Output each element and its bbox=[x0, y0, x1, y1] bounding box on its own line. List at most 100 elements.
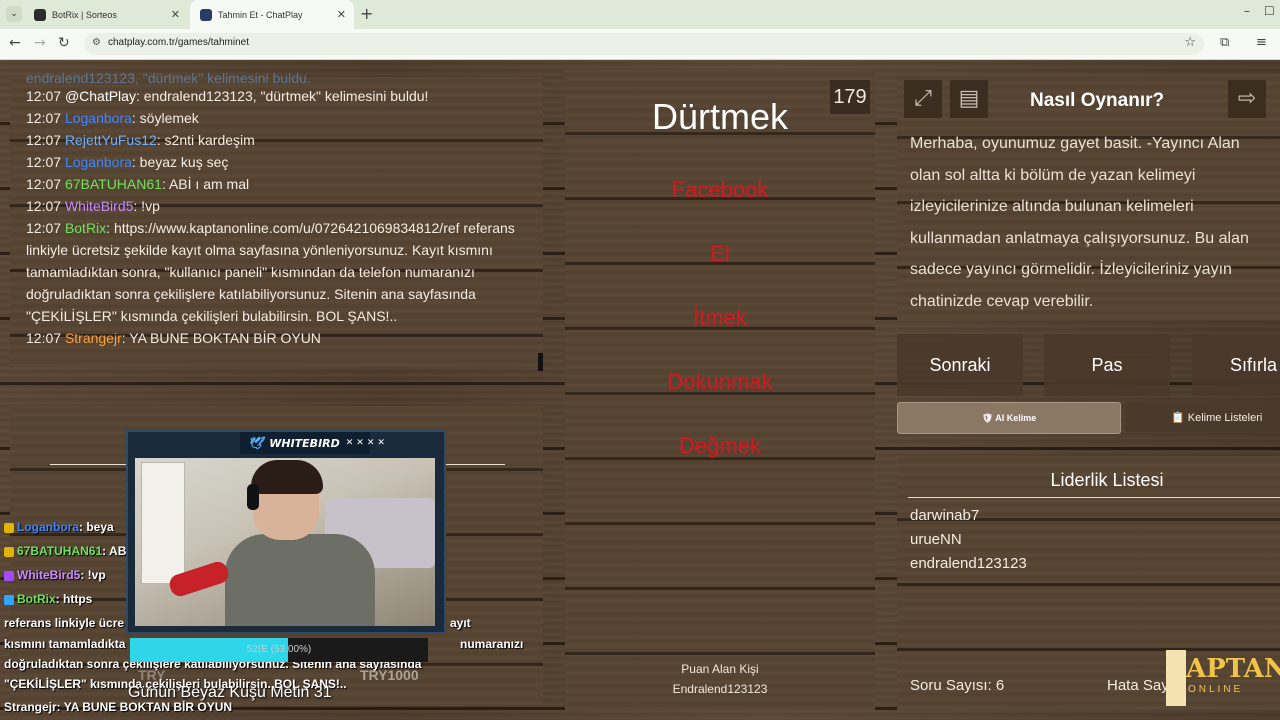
forward-icon[interactable]: → bbox=[34, 35, 46, 51]
person-body bbox=[225, 534, 375, 626]
browser-tab-bar: ⌄ BotRix | Sorteos ✕ Tahmin Et - ChatPla… bbox=[0, 0, 1280, 29]
decoration-icon: ✕✕✕✕ bbox=[345, 438, 388, 448]
chat-timestamp: 12:07 bbox=[26, 220, 62, 236]
reset-button[interactable]: Sıfırla bbox=[1192, 334, 1280, 396]
chat-username[interactable]: Strangejr bbox=[65, 330, 122, 346]
chat-timestamp: 12:07 bbox=[26, 132, 62, 148]
divider bbox=[908, 497, 1280, 498]
webcam-overlay: 🕊 WHITEBIRD ✕✕✕✕ bbox=[126, 430, 446, 634]
new-tab-icon[interactable]: + bbox=[360, 4, 373, 23]
chat-text: : söylemek bbox=[131, 110, 199, 126]
chat-message: 12:07 67BATUHAN61: ABİ ı am mal bbox=[26, 173, 526, 195]
chat-message: 12:07 Loganbora: söylemek bbox=[26, 107, 526, 129]
webcam-title: WHITEBIRD bbox=[269, 436, 340, 450]
chat-badge-icon bbox=[4, 546, 14, 557]
goal-start-label: TRY bbox=[138, 667, 166, 683]
menu-icon[interactable]: ≡ bbox=[1256, 35, 1267, 50]
tab-botrix[interactable]: BotRix | Sorteos ✕ bbox=[24, 0, 188, 29]
headset-icon bbox=[247, 484, 259, 510]
chat-username[interactable]: WhiteBird5 bbox=[65, 198, 133, 214]
close-tab-icon[interactable]: ✕ bbox=[337, 8, 346, 21]
chat-timestamp: 12:07 bbox=[26, 110, 62, 126]
webcam-video bbox=[135, 458, 435, 626]
chat-text: : AB bbox=[102, 544, 127, 558]
chat-messages: endralend123123, "dürtmek" kelimesini bu… bbox=[26, 71, 526, 349]
chat-username[interactable]: BotRix bbox=[65, 220, 106, 236]
list-icon[interactable]: ▤ bbox=[950, 80, 988, 118]
chat-username: BotRix bbox=[17, 592, 56, 606]
overlay-chat-message: Loganbora: beya bbox=[4, 520, 114, 534]
address-toolbar: ← → ↻ ⚙ chatplay.com.tr/games/tahminet ☆… bbox=[0, 29, 1280, 60]
goal-progress-text: 52(E (53.00%) bbox=[246, 644, 312, 655]
chat-timestamp: 12:07 bbox=[26, 330, 62, 346]
tab-list-button[interactable]: ⌄ bbox=[6, 6, 22, 22]
overlay-chat-text: Strangejr: YA BUNE BOKTAN BİR OYUN bbox=[4, 700, 233, 714]
scorer-label: Puan Alan Kişi bbox=[681, 662, 759, 676]
logo-mark bbox=[1166, 650, 1186, 706]
scorer-name: Endralend123123 bbox=[672, 682, 768, 696]
person-hair bbox=[251, 460, 323, 494]
botrix-favicon-icon bbox=[34, 8, 46, 21]
chat-username[interactable]: @ChatPlay bbox=[65, 88, 136, 104]
tab-title: Tahmin Et - ChatPlay bbox=[218, 9, 303, 20]
target-word: Dürtmek bbox=[651, 96, 789, 137]
chat-username: 67BATUHAN61 bbox=[17, 544, 103, 558]
overlay-chat-message: WhiteBird5: !vp bbox=[4, 568, 106, 582]
chat-message: 12:07 @ChatPlay: endralend123123, "dürtm… bbox=[26, 85, 526, 107]
leaderboard-entry: urueNN bbox=[910, 531, 962, 548]
forbidden-word: Değmek bbox=[679, 433, 761, 458]
chat-text: : !vp bbox=[80, 568, 106, 582]
chat-text: : s2nti kardeşim bbox=[156, 132, 255, 148]
chat-timestamp: 12:07 bbox=[26, 154, 62, 170]
bookmark-star-icon[interactable]: ☆ bbox=[1184, 35, 1196, 50]
chat-text: : beyaz kuş seç bbox=[131, 154, 229, 170]
exit-icon[interactable]: ⇨ bbox=[1228, 80, 1266, 118]
chat-message: 12:07 WhiteBird5: !vp bbox=[26, 195, 526, 217]
pass-button[interactable]: Pas bbox=[1044, 334, 1170, 396]
chat-username[interactable]: 67BATUHAN61 bbox=[65, 176, 162, 192]
overlay-chat-message: 67BATUHAN61: AB bbox=[4, 544, 126, 558]
chat-text: : endralend123123, "dürtmek" kelimesini … bbox=[135, 88, 429, 104]
chat-username[interactable]: RejettYuFus12 bbox=[65, 132, 157, 148]
url-field[interactable]: ⚙ chatplay.com.tr/games/tahminet ☆ bbox=[84, 33, 1204, 55]
chat-panel: endralend123123, "dürtmek" kelimesini bu… bbox=[10, 71, 543, 367]
chat-message: 12:07 Strangejr: YA BUNE BOKTAN BİR OYUN bbox=[26, 327, 526, 349]
webcam-header: 🕊 WHITEBIRD ✕✕✕✕ bbox=[240, 432, 385, 454]
maximize-icon[interactable]: ☐ bbox=[1264, 4, 1275, 18]
chat-message: 12:07 Loganbora: beyaz kuş seç bbox=[26, 151, 526, 173]
door bbox=[141, 462, 185, 584]
ai-word-button[interactable]: 🛡 AI Kelime bbox=[897, 402, 1121, 434]
chat-username[interactable]: Loganbora bbox=[65, 110, 132, 126]
site-info-icon[interactable]: ⚙ bbox=[92, 37, 101, 48]
chat-timestamp: 12:07 bbox=[26, 88, 62, 104]
reload-icon[interactable]: ↻ bbox=[58, 35, 70, 51]
leaderboard-entry: darwinab7 bbox=[910, 507, 980, 524]
chat-text: : YA BUNE BOKTAN BİR OYUN bbox=[121, 330, 321, 346]
tab-title: BotRix | Sorteos bbox=[52, 9, 117, 20]
chat-timestamp: 12:07 bbox=[26, 198, 62, 214]
question-count: Soru Sayısı: 6 bbox=[910, 677, 1005, 694]
overlay-chat-message: BotRix: https bbox=[4, 592, 92, 606]
url-text: chatplay.com.tr/games/tahminet bbox=[108, 37, 249, 48]
back-icon[interactable]: ← bbox=[9, 35, 21, 51]
chat-badge-icon bbox=[4, 570, 14, 581]
chat-username[interactable]: Loganbora bbox=[65, 154, 132, 170]
chat-text: : ABİ ı am mal bbox=[161, 176, 250, 192]
goal-progress-bar: 52(E (53.00%) bbox=[130, 638, 428, 662]
chat-text: : beya bbox=[79, 520, 114, 534]
close-tab-icon[interactable]: ✕ bbox=[171, 8, 180, 21]
chat-partial-text: endralend123123, "dürtmek" kelimesini bu… bbox=[26, 71, 311, 85]
overlay-chat-text: numaranızı bbox=[460, 637, 524, 651]
tab-chatplay[interactable]: Tahmin Et - ChatPlay ✕ bbox=[190, 0, 354, 29]
overlay-chat-text: referans linkiyle ücre bbox=[4, 616, 125, 630]
next-button[interactable]: Sonraki bbox=[897, 334, 1023, 396]
chat-badge-icon bbox=[4, 522, 14, 533]
chat-scrollbar[interactable] bbox=[538, 353, 543, 371]
extensions-icon[interactable]: ⧉ bbox=[1220, 35, 1229, 50]
overlay-chat-text: kısmını tamamladıkta bbox=[4, 637, 126, 651]
word-lists-button[interactable]: 📋 Kelime Listeleri bbox=[1125, 402, 1280, 432]
how-to-play-text: Merhaba, oyunumuz gayet basit. -Yayıncı … bbox=[910, 135, 1249, 310]
minimize-icon[interactable]: – bbox=[1244, 4, 1250, 18]
expand-icon[interactable]: ⤢ bbox=[904, 80, 942, 118]
forbidden-word: Dokunmak bbox=[667, 369, 773, 394]
